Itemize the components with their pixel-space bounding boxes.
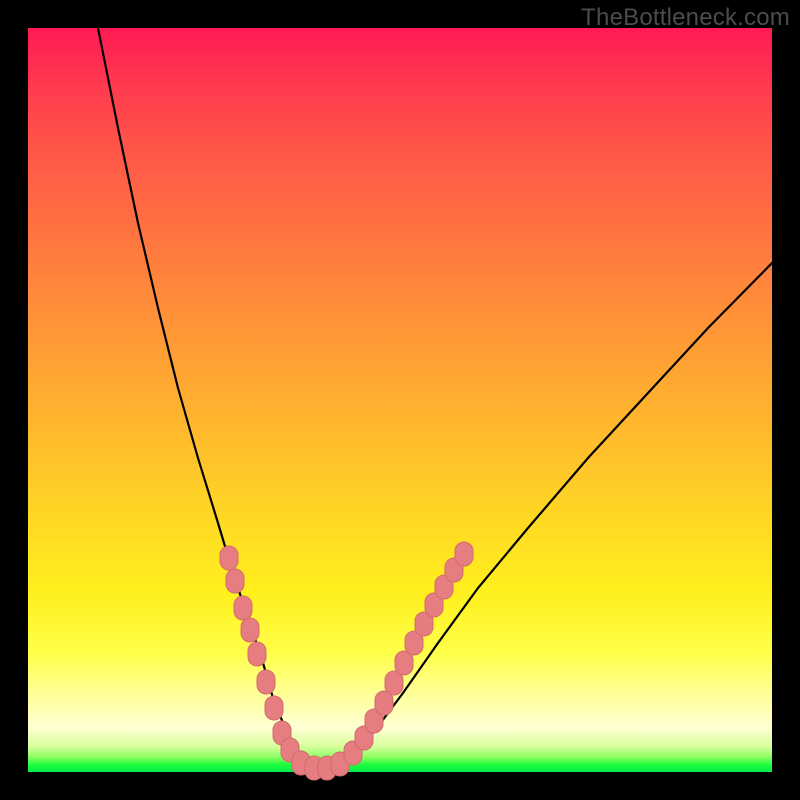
- curve-marker: [220, 546, 238, 570]
- curve-marker: [226, 569, 244, 593]
- curve-marker: [257, 670, 275, 694]
- curve-marker: [241, 618, 259, 642]
- outer-frame: TheBottleneck.com: [0, 0, 800, 800]
- curve-marker: [248, 642, 266, 666]
- chart-svg: [28, 28, 772, 772]
- curve-marker: [455, 542, 473, 566]
- bottleneck-curve-path: [98, 28, 772, 768]
- curve-marker: [265, 696, 283, 720]
- curve-marker: [234, 596, 252, 620]
- marker-group: [220, 542, 473, 780]
- plot-area: [28, 28, 772, 772]
